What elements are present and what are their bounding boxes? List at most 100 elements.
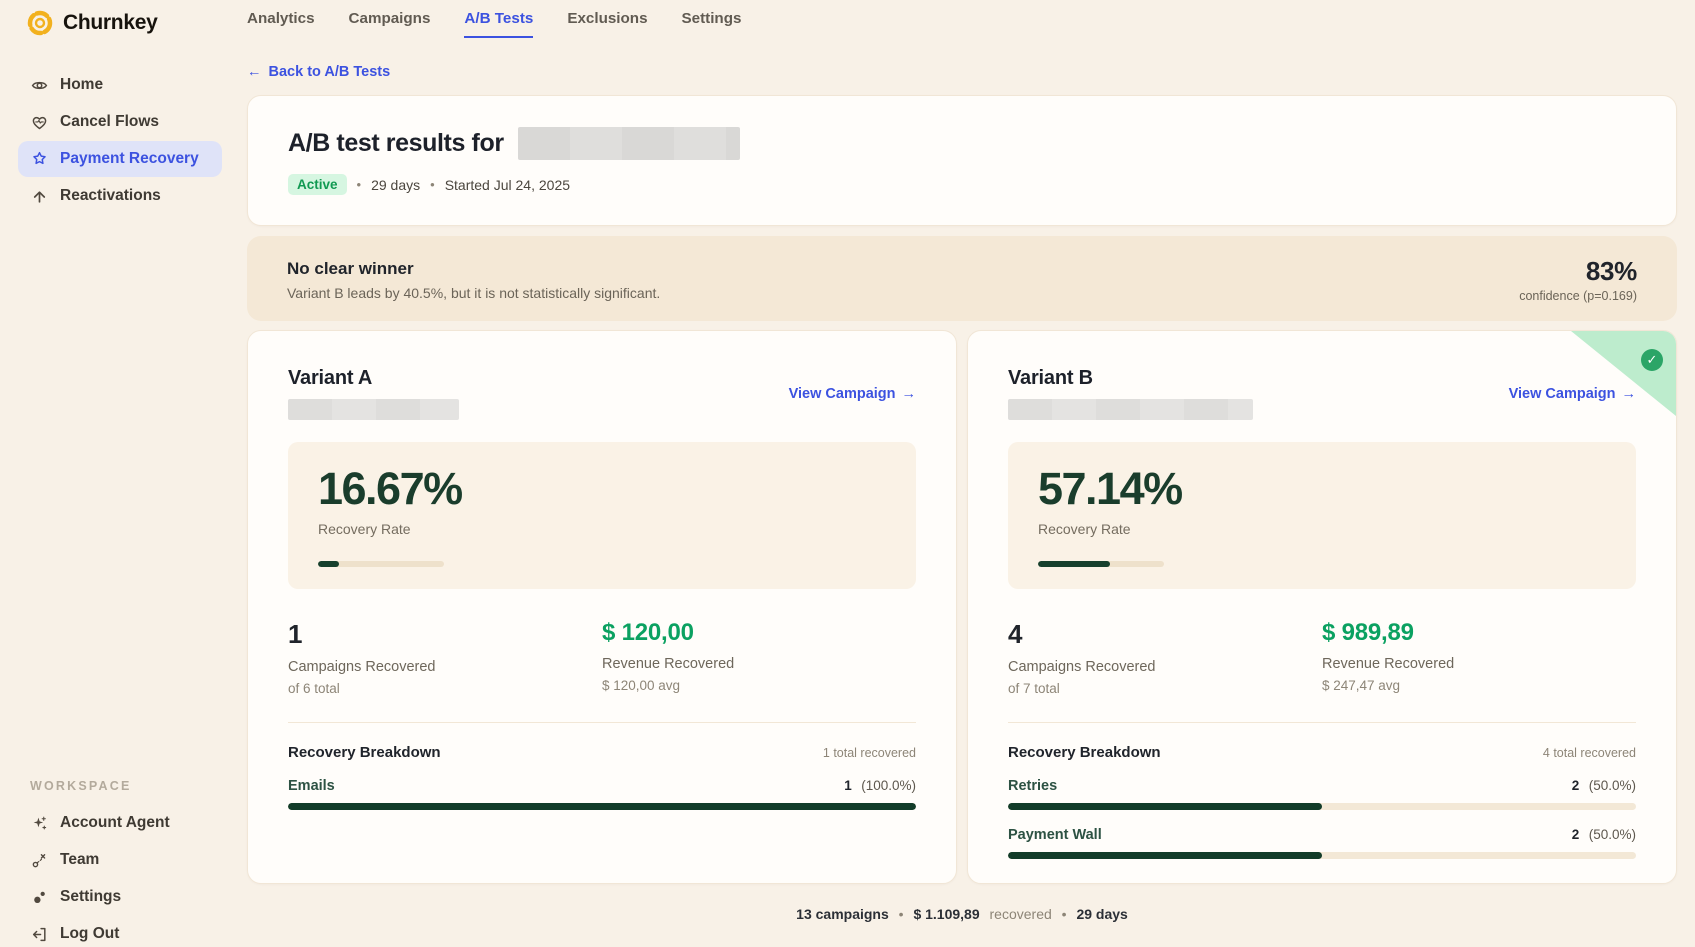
tab-campaigns[interactable]: Campaigns <box>349 10 431 38</box>
breakdown-progress <box>288 803 916 810</box>
variant-name: Variant A <box>288 367 459 390</box>
divider <box>1008 722 1636 723</box>
arrow-right-icon: → <box>1622 386 1637 402</box>
test-start-date: Started Jul 24, 2025 <box>445 177 570 193</box>
campaigns-recovered-sub: of 7 total <box>1008 681 1322 696</box>
brand[interactable]: Churnkey <box>0 0 240 37</box>
strategy-icon <box>31 852 48 869</box>
redacted-test-name <box>518 127 740 160</box>
sidebar-item-account-agent[interactable]: Account Agent <box>18 805 222 841</box>
recovery-rate-progress-fill <box>318 561 339 567</box>
arrow-left-icon: ← <box>247 64 262 80</box>
revenue-recovered-label: Revenue Recovered <box>1322 656 1636 672</box>
result-banner: No clear winner Variant B leads by 40.5%… <box>247 236 1677 321</box>
test-duration: 29 days <box>371 177 420 193</box>
revenue-recovered-stat: $ 120,00 Revenue Recovered $ 120,00 avg <box>602 619 916 696</box>
tab-ab-tests[interactable]: A/B Tests <box>464 10 533 38</box>
breakdown-total: 1 total recovered <box>823 746 916 760</box>
sidebar-item-cancel-flows[interactable]: Cancel Flows <box>18 104 222 140</box>
tab-exclusions[interactable]: Exclusions <box>567 10 647 38</box>
back-to-ab-tests-link[interactable]: ← Back to A/B Tests <box>247 64 390 80</box>
sidebar-item-label: Account Agent <box>60 814 170 832</box>
sidebar-item-payment-recovery[interactable]: Payment Recovery <box>18 141 222 177</box>
sidebar-item-label: Cancel Flows <box>60 113 159 131</box>
campaigns-recovered-stat: 1 Campaigns Recovered of 6 total <box>288 619 602 696</box>
breakdown-progress <box>1008 852 1636 859</box>
revenue-recovered-label: Revenue Recovered <box>602 656 916 672</box>
sidebar: Churnkey Home Cancel Flows Payment Recov… <box>0 0 240 947</box>
breakdown-label: Emails <box>288 778 335 794</box>
app-root: Churnkey Home Cancel Flows Payment Recov… <box>0 0 1695 947</box>
breakdown-progress <box>1008 803 1636 810</box>
campaigns-recovered-value: 4 <box>1008 619 1322 650</box>
breakdown-count: 1 <box>844 778 852 793</box>
breakdown-progress-fill <box>288 803 916 810</box>
heart-icon <box>31 114 48 131</box>
sidebar-item-reactivations[interactable]: Reactivations <box>18 178 222 214</box>
main-content: Analytics Campaigns A/B Tests Exclusions… <box>240 0 1695 947</box>
tab-settings[interactable]: Settings <box>682 10 742 38</box>
home-icon <box>31 77 48 94</box>
variant-cards-row: Variant A View Campaign → 16.67% Recover… <box>247 330 1677 884</box>
banner-subtitle: Variant B leads by 40.5%, but it is not … <box>287 285 660 301</box>
view-campaign-link[interactable]: View Campaign → <box>789 386 916 402</box>
sidebar-item-label: Log Out <box>60 925 119 943</box>
revenue-recovered-value: $ 120,00 <box>602 619 916 647</box>
confidence-label: confidence (p=0.169) <box>1519 289 1637 303</box>
recovery-rate-box: 16.67% Recovery Rate <box>288 442 916 589</box>
variant-name: Variant B <box>1008 367 1253 390</box>
view-campaign-label: View Campaign <box>789 386 896 402</box>
recovery-rate-progress <box>1038 561 1164 567</box>
breakdown-total: 4 total recovered <box>1543 746 1636 760</box>
dots-icon <box>31 889 48 906</box>
view-campaign-label: View Campaign <box>1509 386 1616 402</box>
tab-analytics[interactable]: Analytics <box>247 10 315 38</box>
test-header-card: A/B test results for Active • 29 days • … <box>247 95 1677 226</box>
summary-campaigns: 13 campaigns <box>796 906 889 922</box>
campaigns-recovered-stat: 4 Campaigns Recovered of 7 total <box>1008 619 1322 696</box>
breakdown-pct: (50.0%) <box>1589 778 1636 793</box>
sparkle-icon <box>31 815 48 832</box>
campaigns-recovered-value: 1 <box>288 619 602 650</box>
back-link-label: Back to A/B Tests <box>269 64 391 80</box>
bullet-separator: • <box>1062 906 1067 922</box>
sidebar-item-team[interactable]: Team <box>18 842 222 878</box>
status-badge: Active <box>288 174 347 195</box>
sidebar-item-settings[interactable]: Settings <box>18 879 222 915</box>
breakdown-title: Recovery Breakdown <box>288 744 441 761</box>
breakdown-row-payment-wall: Payment Wall 2 (50.0%) <box>1008 826 1636 859</box>
workspace-nav: Account Agent Team Settings <box>0 805 240 947</box>
bullet-separator: • <box>899 906 904 922</box>
recovery-rate-label: Recovery Rate <box>1038 521 1606 537</box>
recovery-rate-label: Recovery Rate <box>318 521 886 537</box>
view-campaign-link[interactable]: View Campaign → <box>1509 386 1636 402</box>
top-nav: Analytics Campaigns A/B Tests Exclusions… <box>247 10 1677 38</box>
variant-a-card: Variant A View Campaign → 16.67% Recover… <box>247 330 957 884</box>
churnkey-logo-icon <box>26 9 54 37</box>
breakdown-progress-fill <box>1008 803 1322 810</box>
breakdown-progress-fill <box>1008 852 1322 859</box>
redacted-campaign-name <box>288 399 459 420</box>
logout-icon <box>31 926 48 943</box>
bullet-separator: • <box>357 177 362 192</box>
revenue-recovered-sub: $ 120,00 avg <box>602 678 916 693</box>
confidence-value: 83% <box>1519 256 1637 287</box>
summary-recovered-label: recovered <box>990 906 1052 922</box>
recovery-rate-progress-fill <box>1038 561 1110 567</box>
sidebar-nav: Home Cancel Flows Payment Recovery React… <box>0 67 240 214</box>
summary-amount: $ 1.109,89 <box>913 906 979 922</box>
breakdown-count: 2 <box>1572 778 1580 793</box>
workspace-label: WORKSPACE <box>0 779 240 793</box>
sidebar-item-home[interactable]: Home <box>18 67 222 103</box>
sidebar-item-log-out[interactable]: Log Out <box>18 916 222 947</box>
revenue-recovered-stat: $ 989,89 Revenue Recovered $ 247,47 avg <box>1322 619 1636 696</box>
redacted-campaign-name <box>1008 399 1253 420</box>
revenue-recovered-value: $ 989,89 <box>1322 619 1636 647</box>
breakdown-row-retries: Retries 2 (50.0%) <box>1008 777 1636 810</box>
recovery-rate-box: 57.14% Recovery Rate <box>1008 442 1636 589</box>
banner-title: No clear winner <box>287 259 660 279</box>
winner-check-icon: ✓ <box>1641 349 1663 371</box>
sidebar-item-label: Settings <box>60 888 121 906</box>
brand-name: Churnkey <box>63 11 157 35</box>
breakdown-label: Payment Wall <box>1008 827 1102 843</box>
